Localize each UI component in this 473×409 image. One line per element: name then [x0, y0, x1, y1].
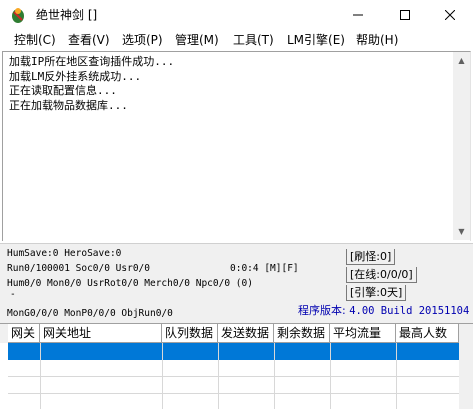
- menu-view[interactable]: 查看(V): [68, 32, 110, 48]
- grid-line: [218, 343, 219, 409]
- menu-manage[interactable]: 管理(M): [175, 32, 219, 48]
- grid-line: [40, 343, 41, 409]
- log-scrollbar[interactable]: ▲ ▼: [453, 52, 470, 240]
- version-info: 程序版本: 4.00 Build 20151104: [298, 304, 469, 318]
- scroll-down-arrow-icon[interactable]: ▼: [453, 223, 470, 240]
- log-line: 正在读取配置信息...: [9, 84, 117, 97]
- status-save-counts: HumSave:0 HeroSave:0: [7, 248, 122, 259]
- gateway-table[interactable]: 网关 网关地址 队列数据 发送数据 剩余数据 平均流量 最高人数: [0, 323, 473, 409]
- version-value: 4.00 Build 20151104: [349, 305, 470, 317]
- minimize-button[interactable]: [335, 0, 381, 30]
- title-bar: 绝世神剑 []: [0, 0, 473, 30]
- log-textarea[interactable]: 加载IP所在地区查询插件成功... 加载LM反外挂系统成功... 正在读取配置信…: [2, 51, 471, 241]
- grid-line: [162, 343, 163, 409]
- log-line: 正在加载物品数据库...: [9, 98, 128, 112]
- close-button[interactable]: [427, 0, 473, 30]
- engine-days-label: [引擎:0天]: [346, 285, 407, 301]
- column-header[interactable]: 发送数据: [218, 324, 274, 343]
- minimize-icon: [353, 14, 363, 16]
- log-line: 加载LM反外挂系统成功...: [9, 69, 142, 83]
- grid-line: [8, 376, 459, 377]
- menu-tools[interactable]: 工具(T): [233, 32, 274, 48]
- maximize-icon: [400, 10, 410, 20]
- status-timer: 0:0:4 [M][F]: [230, 263, 299, 274]
- menu-options[interactable]: 选项(P): [122, 32, 163, 48]
- scroll-up-arrow-icon[interactable]: ▲: [453, 52, 470, 69]
- table-header: 网关 网关地址 队列数据 发送数据 剩余数据 平均流量 最高人数: [0, 324, 473, 343]
- log-line: 加载IP所在地区查询插件成功...: [9, 55, 175, 68]
- table-row[interactable]: [8, 394, 459, 409]
- maximize-button[interactable]: [382, 0, 428, 30]
- version-label: 程序版本:: [298, 304, 350, 317]
- menu-lm-engine[interactable]: LM引擎(E): [287, 32, 345, 48]
- table-row-selected[interactable]: [8, 343, 459, 360]
- grid-line: [274, 343, 275, 409]
- close-icon: [445, 10, 455, 20]
- table-row[interactable]: [8, 377, 459, 394]
- app-icon: [12, 8, 24, 23]
- refresh-monster-label: [刷怪:0]: [346, 249, 396, 265]
- grid-line: [330, 343, 331, 409]
- menu-help[interactable]: 帮助(H): [356, 32, 398, 48]
- status-dash: -: [10, 289, 16, 300]
- online-count-label: [在线:0/0/0]: [346, 267, 417, 283]
- column-header[interactable]: 队列数据: [162, 324, 218, 343]
- status-run-counts: Run0/100001 Soc0/0 Usr0/0: [7, 263, 150, 274]
- column-header[interactable]: 剩余数据: [274, 324, 330, 343]
- menu-control[interactable]: 控制(C): [14, 32, 56, 48]
- window-title: 绝世神剑 []: [36, 8, 98, 22]
- status-object-counts: Hum0/0 Mon0/0 UsrRot0/0 Merch0/0 Npc0/0 …: [7, 278, 253, 289]
- menu-bar: 控制(C) 查看(V) 选项(P) 管理(M) 工具(T) LM引擎(E) 帮助…: [0, 30, 473, 50]
- grid-line: [396, 343, 397, 409]
- table-row[interactable]: [8, 360, 459, 377]
- column-header[interactable]: 网关: [8, 324, 40, 343]
- status-panel: HumSave:0 HeroSave:0 Run0/100001 Soc0/0 …: [0, 243, 473, 324]
- column-header[interactable]: 最高人数: [396, 324, 459, 343]
- table-scrollbar[interactable]: [459, 343, 473, 409]
- column-header[interactable]: 网关地址: [40, 324, 162, 343]
- log-lines: 加载IP所在地区查询插件成功... 加载LM反外挂系统成功... 正在读取配置信…: [9, 55, 449, 113]
- grid-line: [8, 393, 459, 394]
- status-monster-counts: MonG0/0/0 MonP0/0/0 ObjRun0/0: [7, 308, 173, 319]
- column-header[interactable]: 平均流量: [330, 324, 396, 343]
